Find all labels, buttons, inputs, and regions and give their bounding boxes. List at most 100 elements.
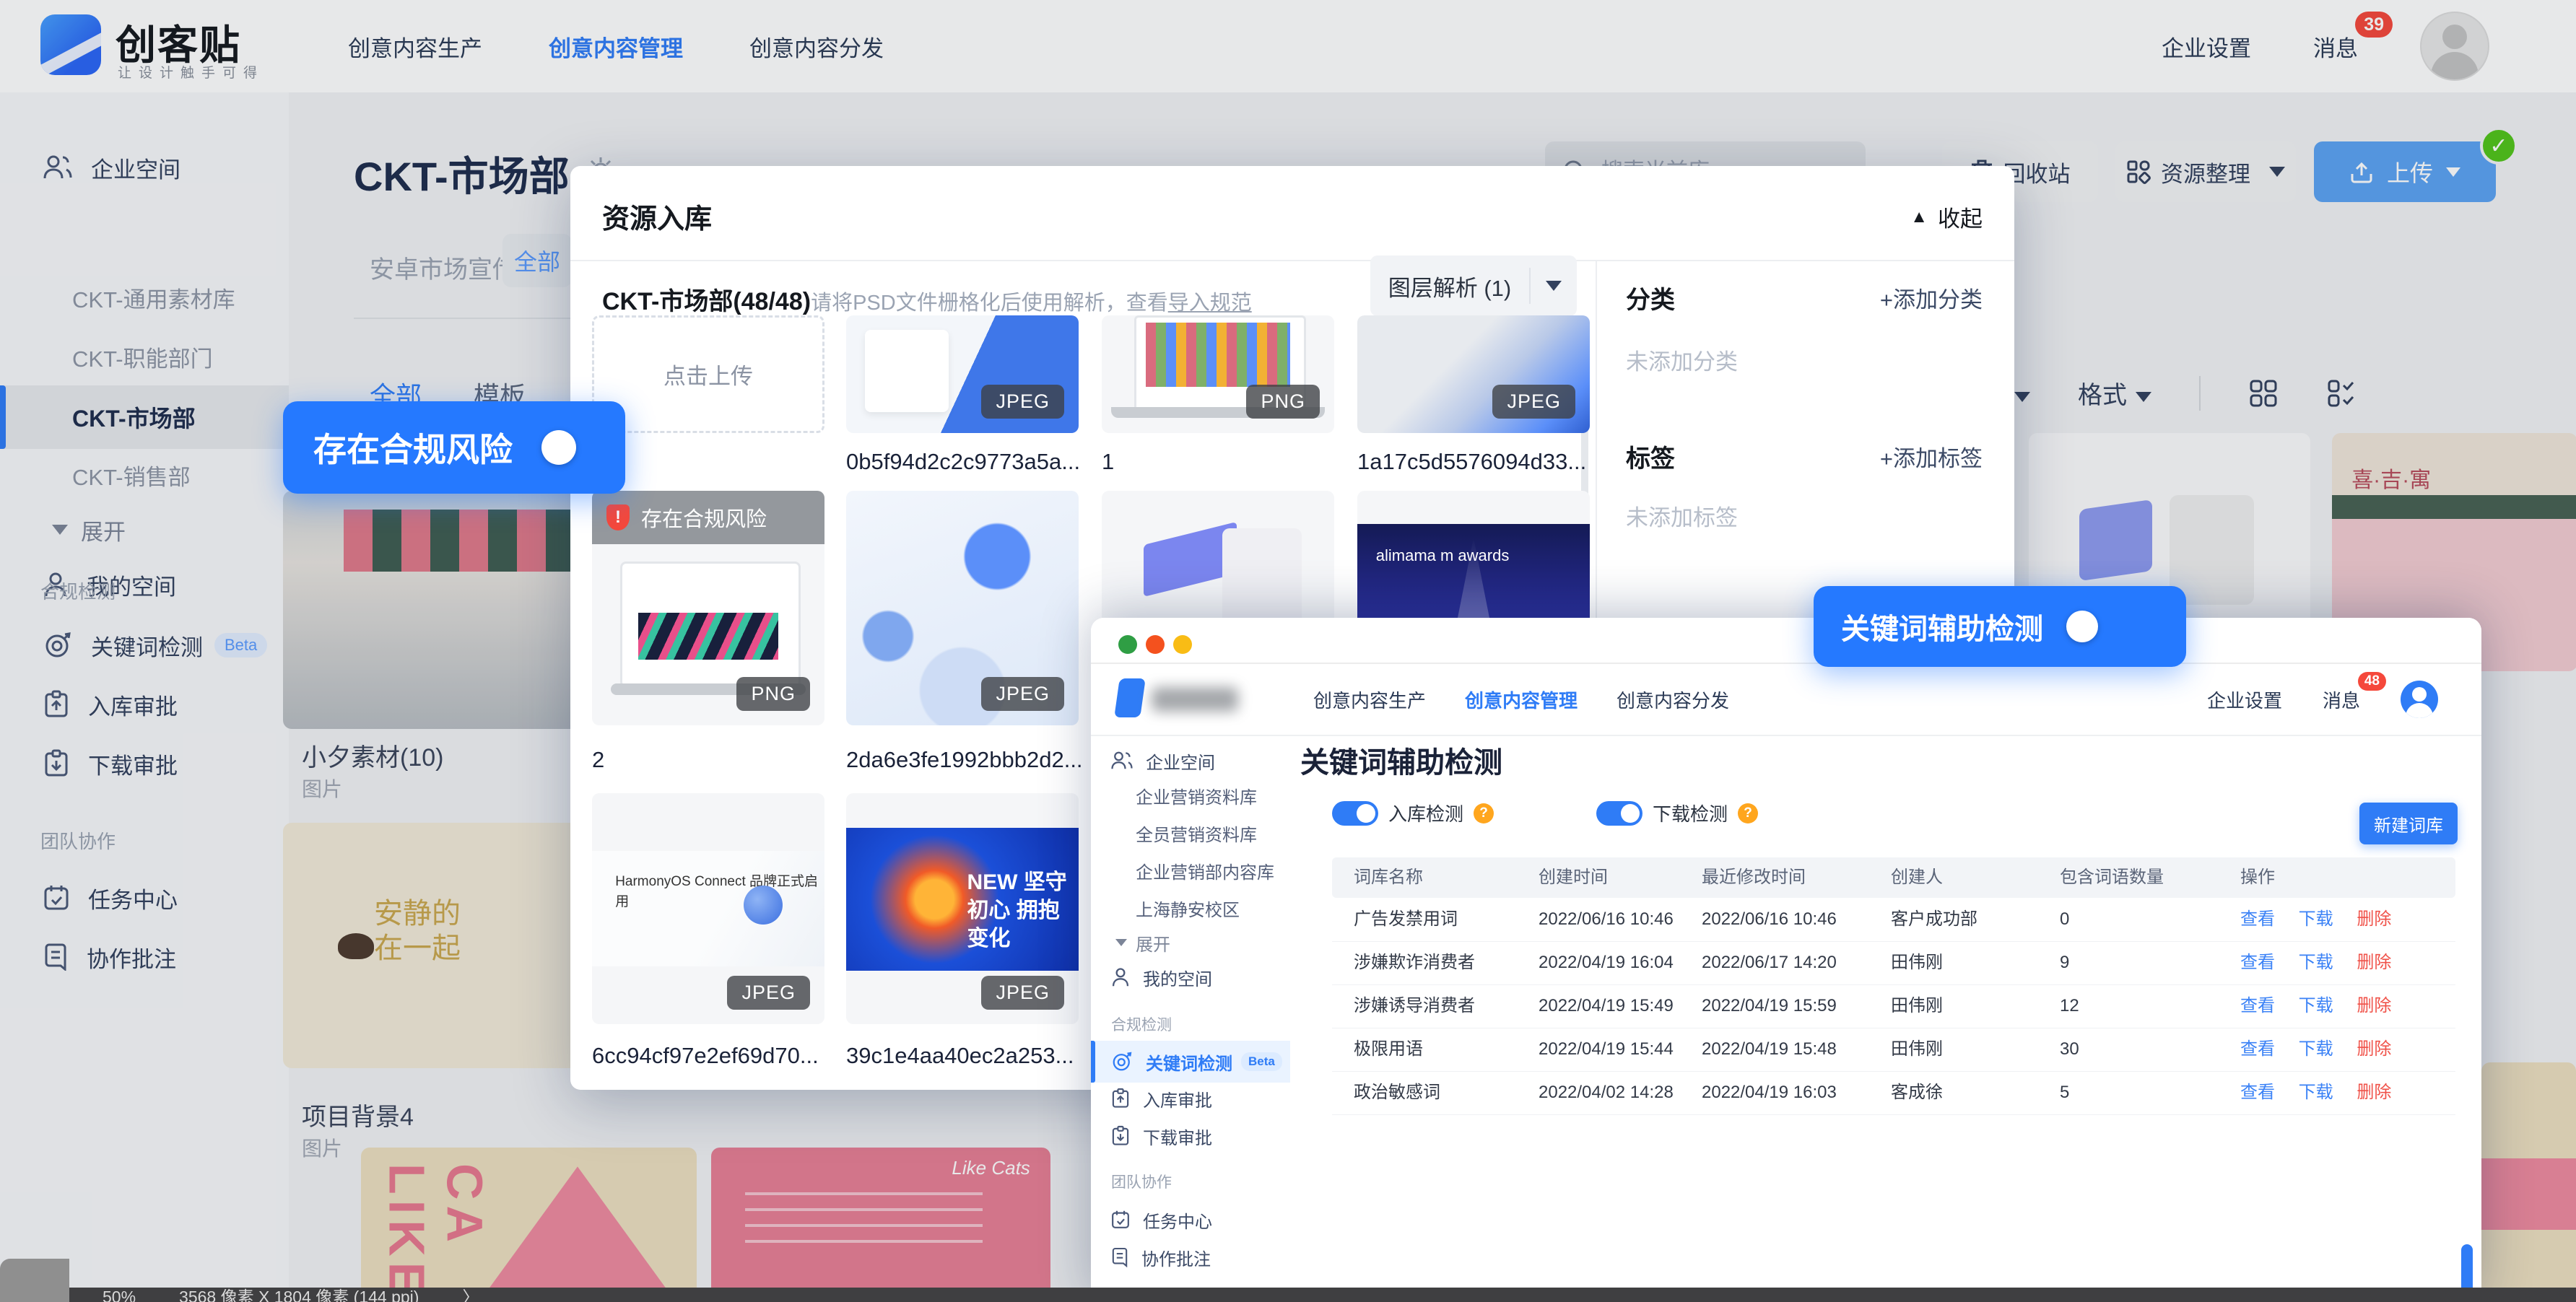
add-tag-button[interactable]: +添加标签: [1880, 440, 1983, 473]
collapse-button[interactable]: ▲ 收起: [1910, 201, 1983, 233]
cell-count: 30: [2060, 1028, 2079, 1071]
chevron-down-icon[interactable]: [1531, 281, 1577, 291]
cell-creator: 田伟刚: [1891, 984, 1943, 1028]
help-icon[interactable]: ?: [1474, 803, 1494, 823]
table-row[interactable]: 极限用语 2022/04/19 15:44 2022/04/19 15:48 田…: [1332, 1028, 2455, 1072]
download-link[interactable]: 下载: [2299, 1039, 2333, 1059]
view-link[interactable]: 查看: [2240, 1083, 2275, 1102]
viewer-image-info: 3568 像素 X 1804 像素 (144 ppi): [179, 1288, 419, 1302]
layer-parse-button[interactable]: 图层解析 (1): [1370, 255, 1577, 316]
view-link[interactable]: 查看: [2240, 1039, 2275, 1059]
thumb-art: NEW 坚守初心 拥抱变化: [846, 828, 1079, 971]
asset-name[interactable]: 2: [592, 747, 604, 773]
library-progress-title: CKT-市场部(48/48)请将PSD文件栅格化后使用解析，查看导入规范: [602, 281, 1360, 317]
enterprise-settings-link[interactable]: 企业设置: [2207, 686, 2282, 713]
nav-item-management[interactable]: 创意内容管理: [1465, 686, 1578, 713]
asset-thumbnail[interactable]: JPEG: [846, 491, 1079, 725]
asset-name[interactable]: 6cc94cf97e2ef69d70...: [592, 1043, 819, 1069]
asset-thumbnail[interactable]: HarmonyOS Connect 品牌正式启用 JPEG: [592, 793, 824, 1024]
format-badge: JPEG: [1492, 385, 1575, 419]
asset-thumbnail[interactable]: JPEG: [846, 315, 1079, 433]
cell-created: 2022/04/02 14:28: [1539, 1071, 1674, 1114]
active-indicator: [1091, 1041, 1095, 1083]
download-link[interactable]: 下载: [2299, 953, 2333, 972]
asset-name[interactable]: 2da6e3fe1992bbb2d2...: [846, 747, 1083, 773]
add-category-button[interactable]: +添加分类: [1880, 281, 1983, 314]
table-row[interactable]: 广告发禁用词 2022/06/16 10:46 2022/06/16 10:46…: [1332, 898, 2455, 942]
view-link[interactable]: 查看: [2240, 996, 2275, 1015]
keyword-callout-badge[interactable]: 关键词辅助检测: [1814, 586, 2186, 667]
cell-creator: 客户成功部: [1891, 898, 1977, 941]
import-spec-link[interactable]: 导入规范: [1168, 292, 1252, 315]
win-sidebar-enterprise-space[interactable]: 企业空间: [1091, 742, 1292, 779]
view-link[interactable]: 查看: [2240, 953, 2275, 972]
asset-name[interactable]: 1: [1102, 449, 1114, 475]
modal-header: 资源入库 ▲ 收起: [570, 166, 2014, 261]
cell-created: 2022/04/19 15:49: [1539, 984, 1674, 1028]
screenshot-root: 创客贴 让设计触手可得 创意内容生产 创意内容管理 创意内容分发 企业设置 消息…: [0, 0, 2576, 1302]
win-sidebar-task-center[interactable]: 任务中心: [1091, 1201, 1292, 1238]
delete-link[interactable]: 删除: [2357, 1039, 2391, 1059]
win-sidebar-section-compliance: 合规检测: [1111, 1013, 1172, 1035]
new-lexicon-button[interactable]: 新建词库: [2359, 803, 2458, 844]
upload-tile[interactable]: 点击上传: [592, 315, 824, 433]
delete-link[interactable]: 删除: [2357, 1083, 2391, 1102]
table-row[interactable]: 涉嫌欺诈消费者 2022/04/19 16:04 2022/06/17 14:2…: [1332, 941, 2455, 985]
win-sidebar-my-space[interactable]: 我的空间: [1091, 958, 1292, 996]
window-dot-green[interactable]: [1118, 635, 1137, 654]
window-dot-yellow[interactable]: [1173, 635, 1192, 654]
window-logo-icon: [1114, 678, 1146, 717]
library-title: CKT-市场部(48/48): [602, 288, 811, 315]
nav-item-production[interactable]: 创意内容生产: [1313, 686, 1426, 713]
view-link[interactable]: 查看: [2240, 909, 2275, 929]
win-sidebar-collab-notes[interactable]: 协作批注: [1091, 1238, 1292, 1276]
target-icon: [1111, 1051, 1133, 1072]
table-row[interactable]: 政治敏感词 2022/04/02 14:28 2022/04/19 16:03 …: [1332, 1071, 2455, 1115]
window-nav-right: 企业设置 消息 48: [2207, 664, 2438, 735]
messages-link[interactable]: 消息 48: [2323, 686, 2360, 713]
win-sidebar-lib-0[interactable]: 企业营销资料库: [1136, 779, 1257, 811]
thumb-art: [744, 886, 783, 925]
thumb-art: [865, 330, 949, 412]
asset-name[interactable]: 39c1e4aa40ec2a253...: [846, 1043, 1074, 1069]
win-sidebar-download-approval[interactable]: 下载审批: [1091, 1117, 1292, 1155]
viewer-zoom-level[interactable]: 50%: [103, 1288, 136, 1302]
win-sidebar-lib-3[interactable]: 上海静安校区: [1136, 892, 1240, 924]
window-titlebar[interactable]: [1091, 618, 2481, 664]
table-row[interactable]: 涉嫌诱导消费者 2022/04/19 15:49 2022/04/19 15:5…: [1332, 984, 2455, 1028]
asset-thumbnail-risk[interactable]: ! 存在合规风险 PNG: [592, 491, 824, 725]
callout-label: 存在合规风险: [313, 424, 513, 471]
help-icon[interactable]: ?: [1738, 803, 1758, 823]
asset-name[interactable]: 0b5f94d2c2c9773a5a...: [846, 449, 1080, 475]
win-sidebar-expand-toggle[interactable]: 展开: [1115, 927, 1170, 958]
download-link[interactable]: 下载: [2299, 909, 2333, 929]
inbound-check-toggle-row: 入库检测 ?: [1332, 800, 1494, 826]
cell-name: 政治敏感词: [1354, 1071, 1440, 1114]
window-dot-red[interactable]: [1146, 635, 1165, 654]
delete-link[interactable]: 删除: [2357, 996, 2391, 1015]
keyword-page-title: 关键词辅助检测: [1300, 739, 1502, 781]
cell-creator: 田伟刚: [1891, 941, 1943, 984]
asset-name[interactable]: 1a17c5d5576094d33...: [1357, 449, 1586, 475]
download-check-toggle[interactable]: [1596, 801, 1642, 826]
delete-link[interactable]: 删除: [2357, 909, 2391, 929]
win-sidebar-keyword-check-active[interactable]: 关键词检测 Beta: [1091, 1041, 1290, 1083]
cell-created: 2022/04/19 15:44: [1539, 1028, 1674, 1071]
cell-name: 广告发禁用词: [1354, 898, 1458, 941]
download-link[interactable]: 下载: [2299, 1083, 2333, 1102]
download-link[interactable]: 下载: [2299, 996, 2333, 1015]
risk-callout-badge[interactable]: 存在合规风险: [283, 401, 625, 494]
asset-thumbnail[interactable]: PNG: [1102, 315, 1334, 433]
win-sidebar-inbound-approval[interactable]: 入库审批: [1091, 1080, 1292, 1117]
asset-thumbnail[interactable]: JPEG: [1357, 315, 1590, 433]
asset-thumbnail[interactable]: NEW 坚守初心 拥抱变化 JPEG: [846, 793, 1079, 1024]
delete-link[interactable]: 删除: [2357, 953, 2391, 972]
inbound-check-toggle[interactable]: [1332, 801, 1378, 826]
user-avatar[interactable]: [2401, 681, 2438, 718]
nav-item-distribution[interactable]: 创意内容分发: [1616, 686, 1729, 713]
cell-modified: 2022/06/17 14:20: [1702, 941, 1837, 984]
format-badge: JPEG: [981, 677, 1064, 711]
win-sidebar-lib-1[interactable]: 全员营销资料库: [1136, 817, 1257, 849]
win-sidebar-lib-2[interactable]: 企业营销部内容库: [1136, 855, 1274, 886]
viewer-chevron[interactable]: 〉: [462, 1288, 479, 1302]
